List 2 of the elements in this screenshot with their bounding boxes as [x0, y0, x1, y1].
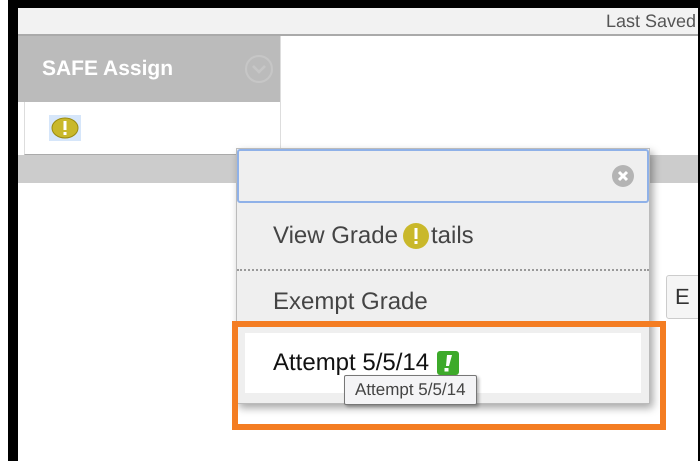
- tooltip: Attempt 5/5/14: [344, 375, 477, 405]
- last-saved-text: Last Saved: [606, 10, 696, 32]
